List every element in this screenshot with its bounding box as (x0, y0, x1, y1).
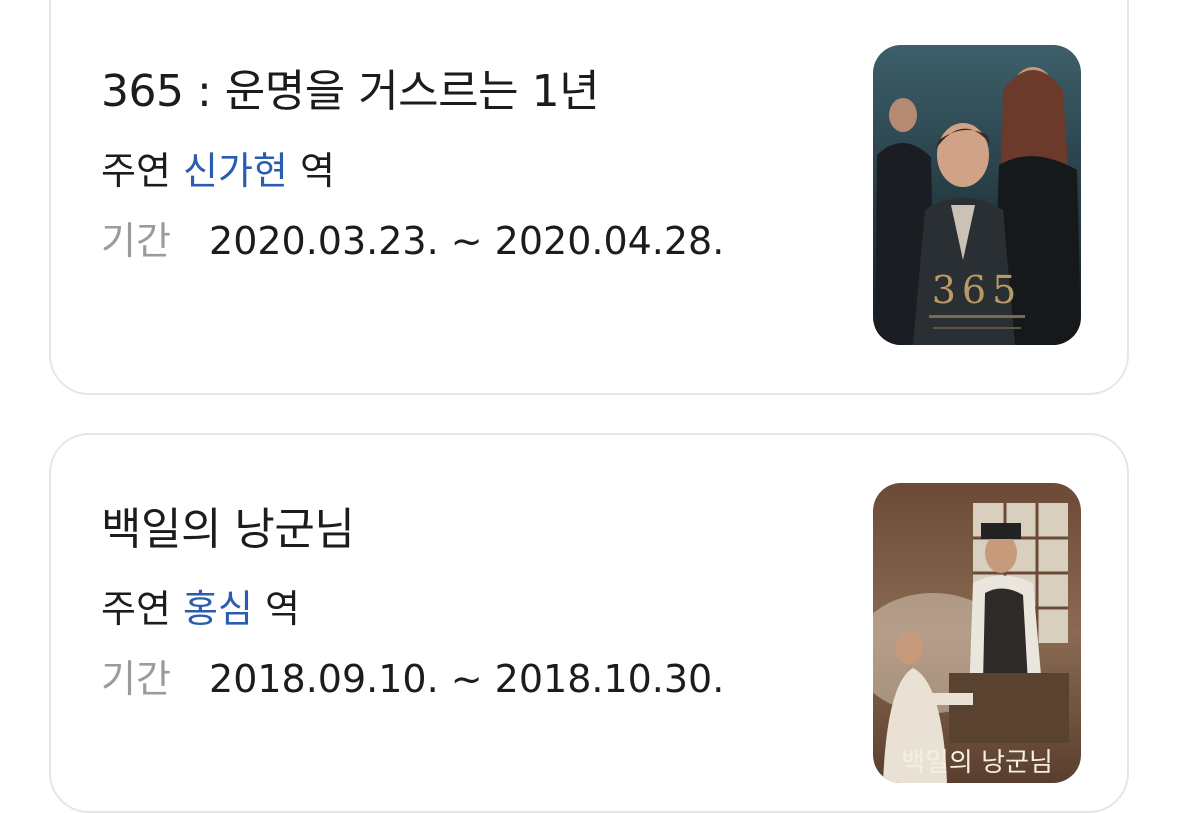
role-row: 주연 홍심 역 (101, 578, 300, 633)
period-row: 기간 2018.09.10. ~ 2018.10.30. (101, 648, 724, 703)
period-label: 기간 (101, 657, 171, 701)
filmography-card[interactable]: 365 : 운명을 거스르는 1년 주연 신가현 역 기간 2020.03.23… (49, 0, 1129, 395)
role-label: 주연 (101, 149, 171, 193)
work-title[interactable]: 365 : 운명을 거스르는 1년 (101, 55, 600, 119)
period-value: 2018.09.10. ~ 2018.10.30. (209, 657, 725, 701)
role-row: 주연 신가현 역 (101, 140, 335, 195)
filmography-card[interactable]: 백일의 낭군님 주연 홍심 역 기간 2018.09.10. ~ 2018.10… (49, 433, 1129, 813)
role-label: 주연 (101, 587, 171, 631)
work-title[interactable]: 백일의 낭군님 (101, 493, 355, 557)
period-row: 기간 2020.03.23. ~ 2020.04.28. (101, 210, 724, 265)
poster-image[interactable]: 백일의 낭군님 (873, 483, 1081, 783)
svg-text:365: 365 (932, 268, 1023, 312)
period-label: 기간 (101, 219, 171, 263)
role-suffix: 역 (300, 149, 335, 193)
role-name-link[interactable]: 신가현 (183, 149, 288, 193)
svg-text:백일의 낭군님: 백일의 낭군님 (901, 748, 1053, 778)
role-suffix: 역 (265, 587, 300, 631)
period-value: 2020.03.23. ~ 2020.04.28. (209, 219, 725, 263)
role-name-link[interactable]: 홍심 (183, 587, 253, 631)
poster-100days-icon: 백일의 낭군님 (873, 483, 1081, 783)
poster-365-icon: 365 (873, 45, 1081, 345)
poster-image[interactable]: 365 (873, 45, 1081, 345)
